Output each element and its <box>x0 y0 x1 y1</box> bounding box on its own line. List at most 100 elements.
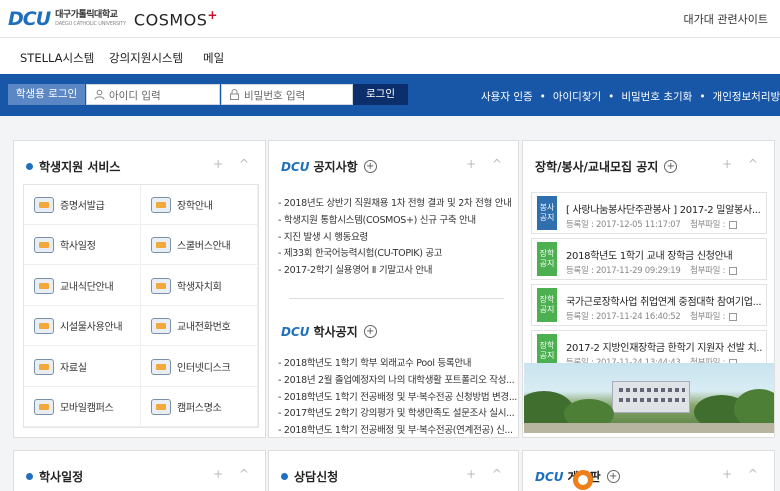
recruit-item[interactable]: 장학 공지 2018학년도 1학기 교내 장학금 신청안내 등록일 : 2017… <box>531 238 767 280</box>
service-scholarship[interactable]: 장학안내 <box>141 185 258 225</box>
academic-title[interactable]: 학사공지 <box>314 323 358 340</box>
recruit-title[interactable]: 장학/봉사/교내모집 공지 <box>535 158 658 175</box>
student-login-tab[interactable]: 학생용 로그인 <box>8 84 85 105</box>
service-mobile-campus[interactable]: 모바일캠퍼스 <box>24 387 141 427</box>
recruit-item-title[interactable]: 2017-2 지방인재장학금 한학기 지원자 선발 치... <box>566 339 762 354</box>
notices-title[interactable]: 공지사항 <box>314 158 358 175</box>
reset-password-link[interactable]: 비밀번호 초기화 <box>621 91 692 103</box>
date-value: 2017-12-05 11:17:07 <box>595 220 681 230</box>
academic-item[interactable]: 2018년 2월 졸업예정자의 나의 대학생활 포트폴리오 작성... <box>278 372 518 389</box>
attachment-icon[interactable] <box>729 266 738 275</box>
cosmos-logo: COSMOS+ <box>134 8 218 29</box>
utility-links: 사용자 인증 • 아이디찾기 • 비밀번호 초기화 • 개인정보처리방침 <box>481 89 780 104</box>
service-certificate[interactable]: 증명서발급 <box>24 185 141 225</box>
recruit-item[interactable]: 장학 공지 국가근로장학사업 취업연계 중점대학 참여기업... 등록일 : 2… <box>531 284 767 326</box>
related-sites-link[interactable]: 대가대 관련사이트 <box>684 11 768 27</box>
attachment-icon[interactable] <box>729 220 738 229</box>
recruit-item-meta: 등록일 : 2017-11-29 09:29:19 첨부파일 : <box>566 264 738 276</box>
academic-item[interactable]: 2018학년도 1학기 전공배정 및 부·복수전공(연계전공) 신... <box>278 422 518 439</box>
attach-label: 첨부파일 : <box>690 312 726 322</box>
date-label: 등록일 : <box>566 266 594 276</box>
password-field[interactable]: 비밀번호 입력 <box>221 84 353 105</box>
service-label: 자료실 <box>60 363 87 374</box>
more-plus-icon[interactable]: + <box>363 160 377 173</box>
dcu-mark: DCU <box>535 469 564 484</box>
recruitment-panel: 장학/봉사/교내모집 공지 + + ^ 봉사 공지 [ 사랑나눔봉사단주관봉사 ]… <box>522 140 775 438</box>
notice-item[interactable]: 학생지원 통합시스템(COSMOS+) 신규 구축 안내 <box>278 212 518 229</box>
services-grid: 증명서발급 장학안내 학사일정 스쿨버스안내 교내식단안내 학생자치회 시설물사… <box>23 184 259 428</box>
university-name-en: DAEGU CATHOLIC UNIVERSITY <box>55 21 126 27</box>
more-plus-icon[interactable]: + <box>664 160 678 173</box>
notices-panel: DCU 공지사항 + + ^ 2018년도 상반기 직원채용 1차 전형 결과 및 … <box>268 140 519 438</box>
disk-icon <box>151 358 171 375</box>
separator: • <box>699 91 706 103</box>
services-title: 학생지원 서비스 <box>39 160 121 174</box>
service-facility[interactable]: 시설물사용안내 <box>24 306 141 346</box>
attach-label: 첨부파일 : <box>690 220 726 230</box>
menu-stella[interactable]: STELLA시스템 <box>20 50 94 66</box>
recruit-item[interactable]: 봉사 공지 [ 사랑나눔봉사단주관봉사 ] 2017-2 밀알봉사... 등록일… <box>531 192 767 234</box>
recruit-item-meta: 등록일 : 2017-11-24 16:40:52 첨부파일 : <box>566 310 738 322</box>
service-calendar[interactable]: 학사일정 <box>24 225 141 265</box>
service-campus-spots[interactable]: 캠퍼스명소 <box>141 387 258 427</box>
recruit-item-title[interactable]: [ 사랑나눔봉사단주관봉사 ] 2017-2 밀알봉사... <box>566 201 762 216</box>
lock-icon <box>229 89 240 100</box>
panel-controls[interactable]: + ^ <box>213 157 255 171</box>
panel-controls[interactable]: + ^ <box>466 467 508 481</box>
panel-controls[interactable]: + ^ <box>213 467 255 481</box>
dcu-mark: DCU <box>281 324 310 339</box>
academic-item[interactable]: 2018학년도 1학기 학부 외래교수 Pool 등록안내 <box>278 355 518 372</box>
building-icon <box>34 317 54 334</box>
scholarship-badge: 장학 공지 <box>537 288 557 322</box>
service-label: 스쿨버스안내 <box>177 241 231 252</box>
service-cafeteria[interactable]: 교내식단안내 <box>24 266 141 306</box>
service-internet-disk[interactable]: 인터넷디스크 <box>141 347 258 387</box>
panel-controls[interactable]: + ^ <box>722 467 764 481</box>
floating-chat-icon[interactable] <box>573 470 593 490</box>
service-archive[interactable]: 자료실 <box>24 347 141 387</box>
service-label: 모바일캠퍼스 <box>60 403 114 414</box>
menu-mail[interactable]: 메일 <box>203 50 224 66</box>
service-label: 학사일정 <box>60 241 96 252</box>
schedule-title[interactable]: 학사일정 <box>39 468 83 485</box>
bus-icon <box>151 236 171 253</box>
bullet-icon <box>26 473 33 480</box>
find-id-link[interactable]: 아이디찾기 <box>553 91 601 103</box>
calendar-icon <box>34 236 54 253</box>
login-button[interactable]: 로그인 <box>353 84 408 105</box>
panel-title: 장학/봉사/교내모집 공지 + <box>535 158 678 175</box>
panel-controls[interactable]: + ^ <box>722 157 764 171</box>
service-label: 교내식단안내 <box>60 282 114 293</box>
phone-icon <box>151 317 171 334</box>
attachment-icon[interactable] <box>729 312 738 321</box>
menu-lecture-support[interactable]: 강의지원시스템 <box>109 50 183 66</box>
recruit-item-title[interactable]: 국가근로장학사업 취업연계 중점대학 참여기업... <box>566 293 762 308</box>
notice-item[interactable]: 2017-2학기 실용영어 Ⅱ 기말고사 안내 <box>278 262 518 279</box>
divider <box>289 298 504 299</box>
campus-photo <box>524 363 774 433</box>
service-label: 캠퍼스명소 <box>177 403 222 414</box>
notice-item[interactable]: 2018년도 상반기 직원채용 1차 전형 결과 및 2차 전형 안내 <box>278 195 518 212</box>
notice-item[interactable]: 지진 발생 시 행동요령 <box>278 229 518 246</box>
panel-title: 상담신청 <box>281 468 338 485</box>
counsel-title[interactable]: 상담신청 <box>294 468 338 485</box>
cloud-icon <box>34 358 54 375</box>
panel-title: 학생지원 서비스 <box>26 158 120 175</box>
more-plus-icon[interactable]: + <box>363 325 377 338</box>
mobile-icon <box>34 398 54 415</box>
user-auth-link[interactable]: 사용자 인증 <box>481 91 533 103</box>
university-logo[interactable]: DCU 대구가톨릭대학교 DAEGU CATHOLIC UNIVERSITY C… <box>8 8 218 30</box>
academic-item[interactable]: 2018학년도 1학기 전공배정 및 부·복수전공 신청방법 변경... <box>278 389 518 406</box>
more-plus-icon[interactable]: + <box>606 470 620 483</box>
privacy-policy-link[interactable]: 개인정보처리방침 <box>713 91 780 103</box>
notice-item[interactable]: 제33회 한국어능력시험(CU-TOPIK) 공고 <box>278 245 518 262</box>
service-student-council[interactable]: 학생자치회 <box>141 266 258 306</box>
recruit-item-meta: 등록일 : 2017-12-05 11:17:07 첨부파일 : <box>566 218 738 230</box>
panel-controls[interactable]: + ^ <box>466 157 508 171</box>
recruit-item-title[interactable]: 2018학년도 1학기 교내 장학금 신청안내 <box>566 247 762 262</box>
service-phone[interactable]: 교내전화번호 <box>141 306 258 346</box>
camera-icon <box>151 398 171 415</box>
service-school-bus[interactable]: 스쿨버스안내 <box>141 225 258 265</box>
academic-item[interactable]: 2017학년도 2학기 강의평가 및 학생만족도 설문조사 실시... <box>278 405 518 422</box>
id-field[interactable]: 아이디 입력 <box>86 84 220 105</box>
